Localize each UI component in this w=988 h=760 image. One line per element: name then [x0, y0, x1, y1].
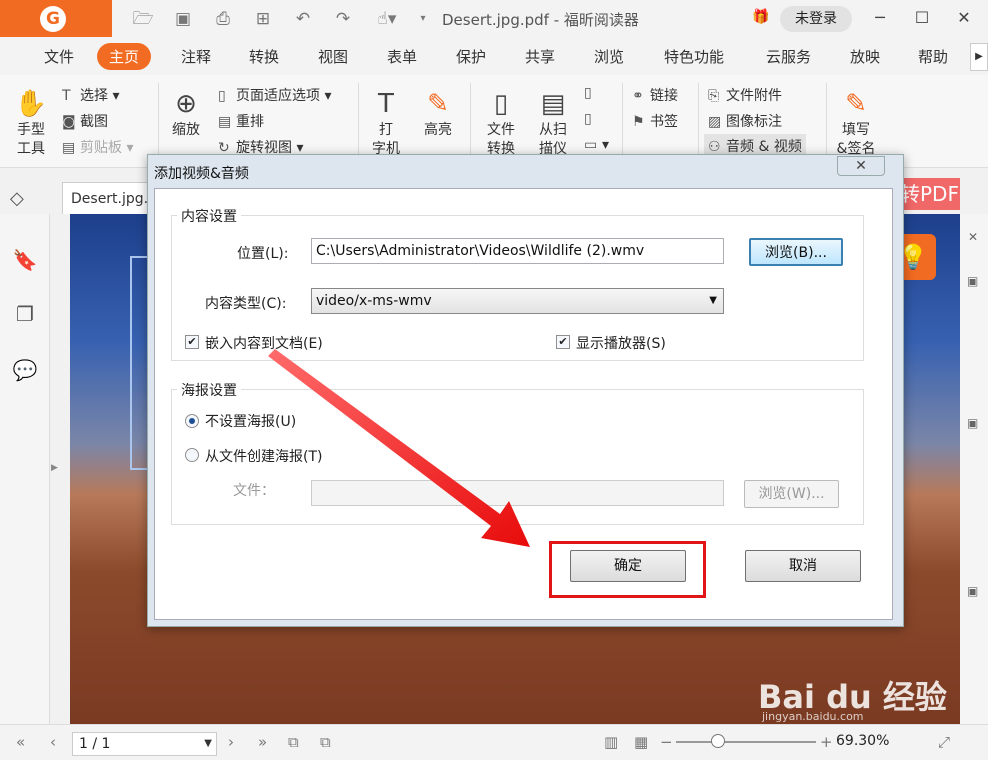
annotation-arrow	[268, 349, 530, 547]
red-arrow-shape	[268, 349, 530, 547]
